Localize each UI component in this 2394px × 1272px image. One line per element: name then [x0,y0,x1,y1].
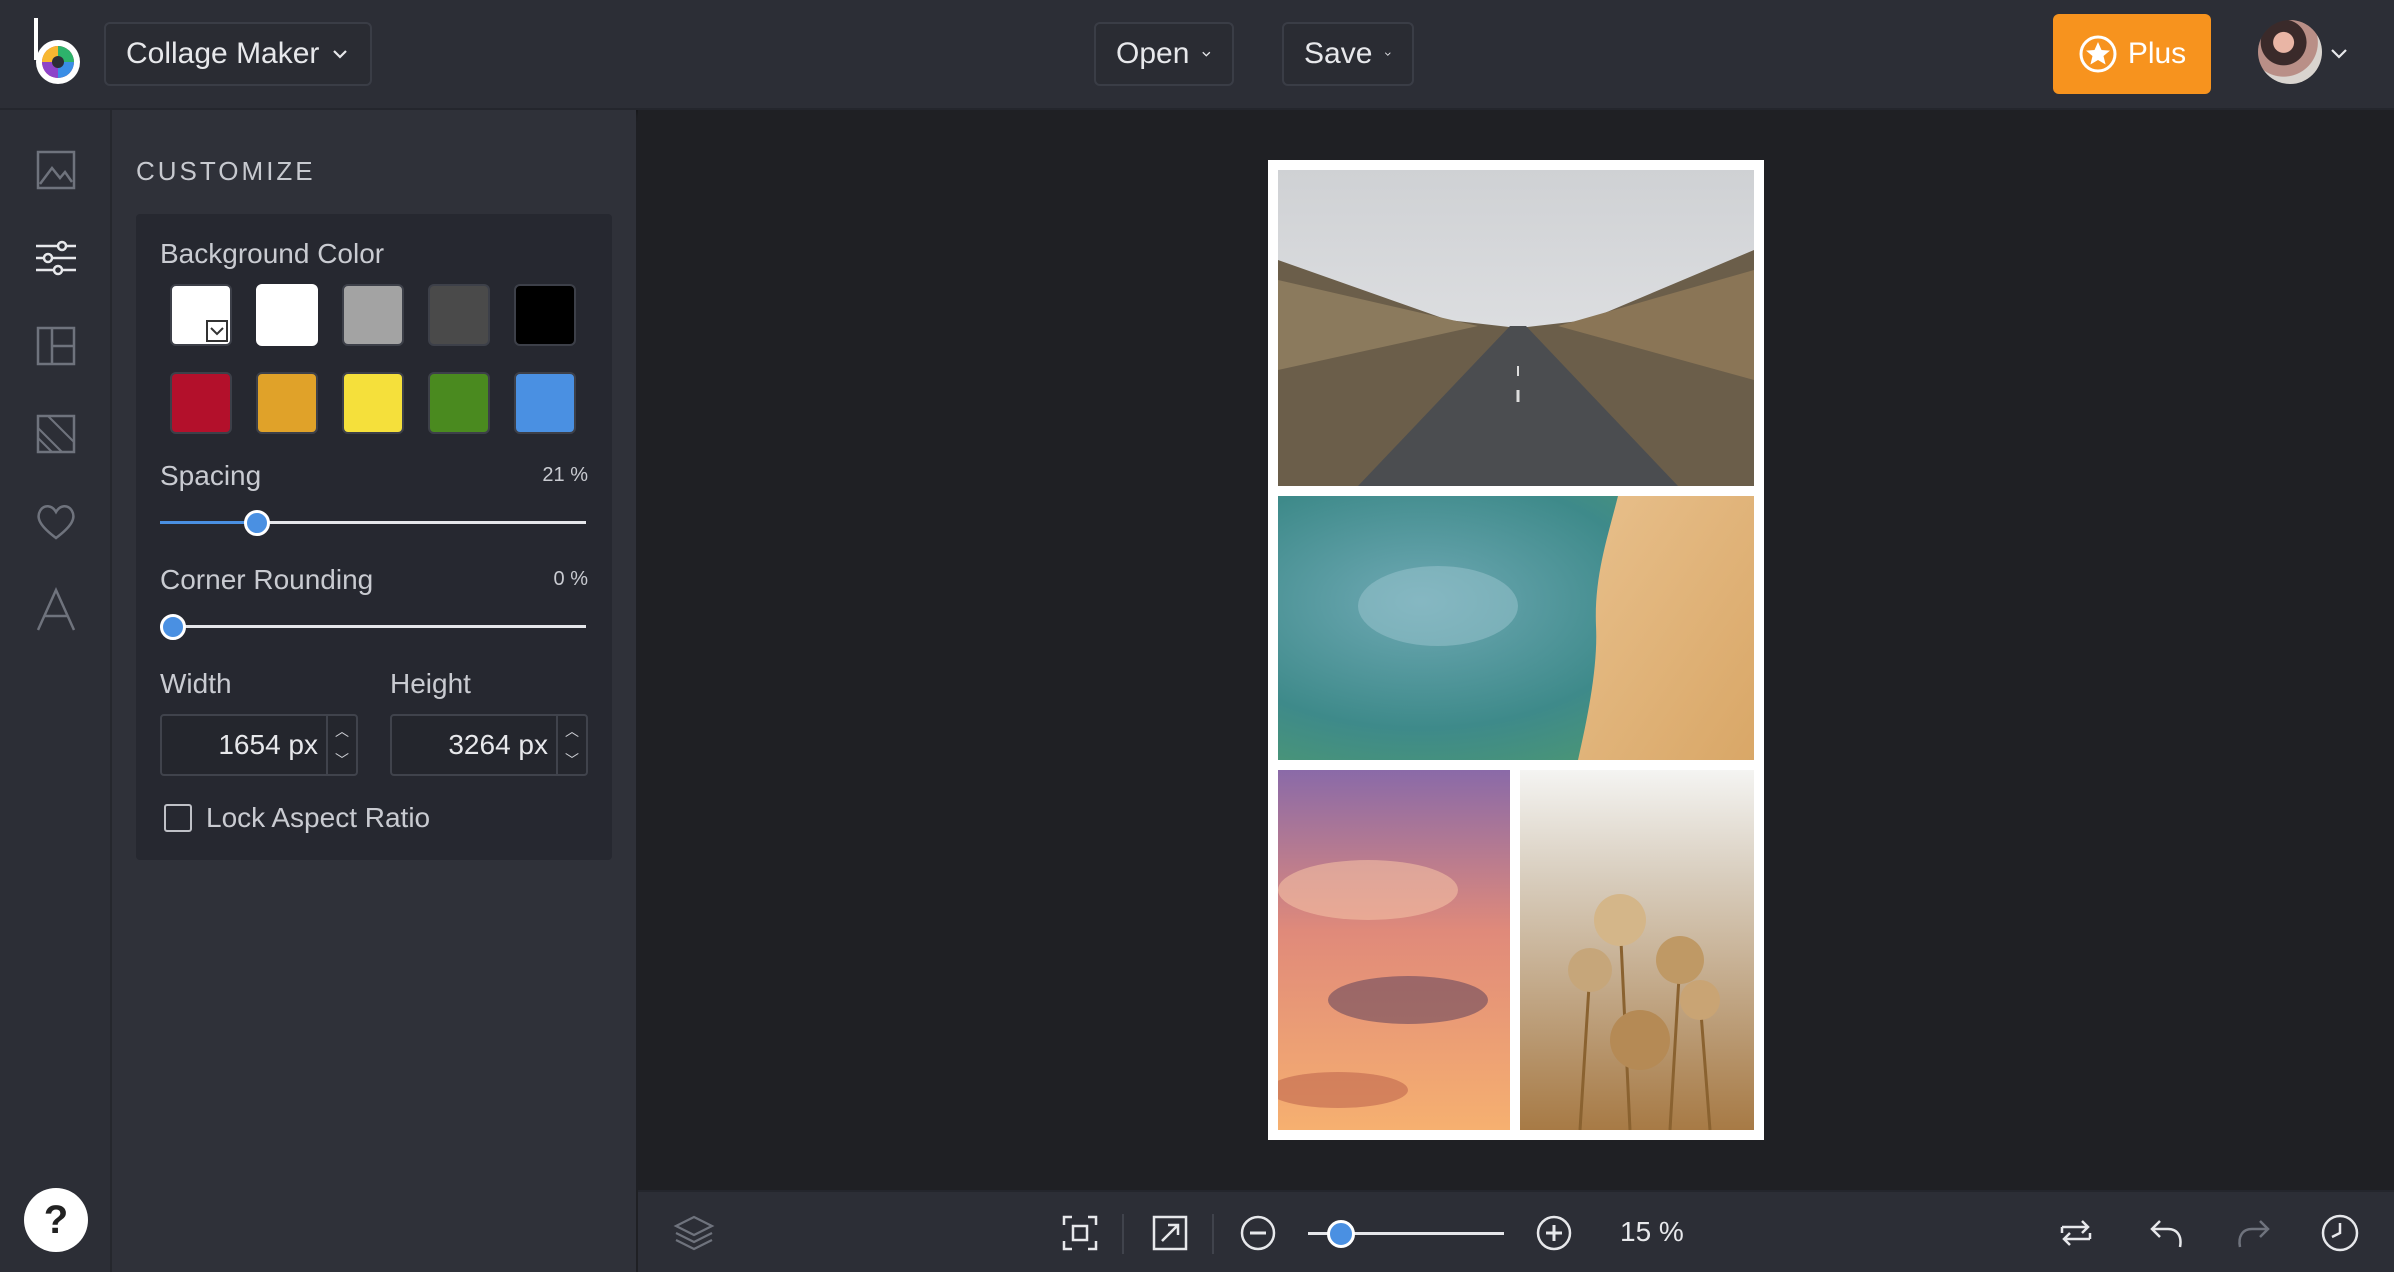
divider [1212,1214,1214,1254]
chevron-up-icon[interactable]: ︿ [335,721,349,741]
road-photo [1278,170,1754,486]
zoom-value: 15 % [1620,1216,1684,1247]
swap-icon[interactable] [2054,1211,2098,1255]
text-icon[interactable] [32,586,80,634]
zoom-out-icon[interactable] [1236,1211,1280,1255]
height-stepper[interactable]: ︿ ﹀ [556,716,586,774]
collage-canvas[interactable] [1268,160,1764,1140]
color-swatch[interactable] [428,284,490,346]
slider-track [160,625,586,628]
tool-rail [0,110,112,1272]
top-bar: Collage Maker Open Save Plus [0,0,2394,110]
history-icon[interactable] [2318,1211,2362,1255]
panel-title: CUSTOMIZE [136,156,316,186]
color-swatch[interactable] [256,372,318,434]
logo-icon[interactable] [24,14,86,90]
sunset-photo [1278,770,1510,1130]
save-dropdown[interactable]: Save [1282,22,1414,86]
color-swatch[interactable] [514,372,576,434]
chevron-down-icon [206,320,228,342]
chevron-down-icon[interactable] [2328,44,2350,62]
zoom-in-icon[interactable] [1532,1211,1576,1255]
chevron-up-icon[interactable]: ︿ [565,721,579,741]
flowers-photo [1520,770,1754,1130]
star-icon [2079,35,2117,73]
image-icon[interactable] [32,146,80,194]
help-button[interactable]: ? [24,1188,88,1252]
height-input[interactable]: 3264 px ︿ ﹀ [390,714,588,776]
corner-rounding-label: Corner Rounding [160,564,374,595]
color-swatch[interactable] [428,372,490,434]
heart-icon[interactable] [32,498,80,546]
lock-aspect-label: Lock Aspect Ratio [206,802,431,833]
app-menu-label: Collage Maker [126,37,320,70]
spacing-slider[interactable] [160,508,586,538]
save-label: Save [1304,37,1373,70]
color-swatch[interactable] [342,284,404,346]
app-menu-dropdown[interactable]: Collage Maker [104,22,372,86]
width-input[interactable]: 1654 px ︿ ﹀ [160,714,358,776]
slider-handle[interactable] [244,510,270,536]
fit-screen-icon[interactable] [1058,1211,1102,1255]
slider-fill [160,521,257,524]
plus-button[interactable]: Plus [2053,14,2211,94]
color-swatch[interactable] [514,284,576,346]
collage-cell-beach[interactable] [1278,496,1754,760]
collage-cell-sky[interactable] [1278,770,1510,1130]
chevron-down-icon [1202,51,1211,57]
corner-rounding-slider[interactable] [160,612,586,642]
background-color-label: Background Color [160,238,385,269]
chevron-down-icon [333,50,348,59]
width-value: 1654 px [218,729,318,760]
plus-label: Plus [2127,37,2187,70]
open-dropdown[interactable]: Open [1094,22,1234,86]
actual-size-icon[interactable] [1148,1211,1192,1255]
redo-icon[interactable] [2232,1211,2276,1255]
slider-handle[interactable] [160,614,186,640]
width-label: Width [160,668,232,699]
zoom-slider-handle[interactable] [1327,1220,1356,1248]
chevron-down-icon[interactable]: ﹀ [335,750,349,770]
custom-color-swatch[interactable] [170,284,232,346]
collage-cell-road[interactable] [1278,170,1754,486]
lock-aspect-checkbox[interactable] [164,804,192,832]
sliders-icon[interactable] [32,234,80,282]
color-swatch[interactable] [170,372,232,434]
spacing-value: 21 % [542,464,588,486]
height-value: 3264 px [448,729,548,760]
undo-icon[interactable] [2144,1211,2188,1255]
avatar[interactable] [2258,20,2322,84]
chevron-down-icon[interactable]: ﹀ [565,750,579,770]
chevron-down-icon [1385,52,1392,56]
spacing-label: Spacing [160,460,262,491]
color-swatch[interactable] [256,284,318,346]
collage-cell-flowers[interactable] [1520,770,1754,1130]
layers-icon[interactable] [672,1211,716,1255]
layout-icon[interactable] [32,322,80,370]
corner-rounding-value: 0 % [553,568,588,590]
height-label: Height [390,668,471,699]
bottom-toolbar [638,1190,2394,1272]
background-icon[interactable] [32,410,80,458]
open-label: Open [1116,37,1190,70]
divider [1122,1214,1124,1254]
beach-photo [1278,496,1754,760]
width-stepper[interactable]: ︿ ﹀ [326,716,356,774]
color-swatch[interactable] [342,372,404,434]
